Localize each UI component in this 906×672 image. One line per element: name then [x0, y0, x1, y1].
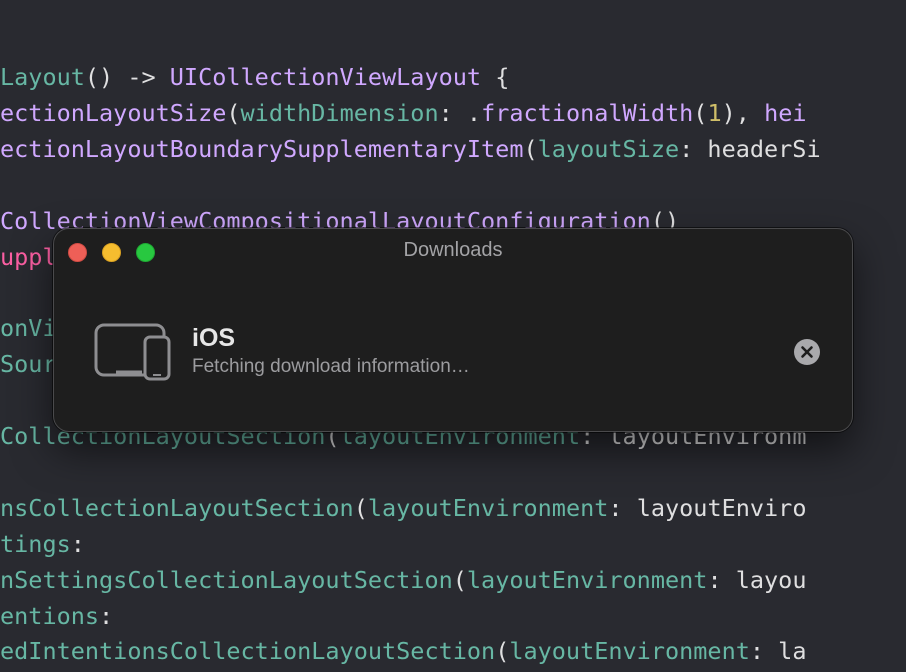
- code-line: entions:: [0, 600, 113, 632]
- code-line: Layout() -> UICollectionViewLayout {: [0, 61, 509, 93]
- code-line: nSettingsCollectionLayoutSection(layoutE…: [0, 564, 806, 596]
- code-token: entions: [0, 601, 100, 630]
- code-line: edIntentionsCollectionLayoutSection(layo…: [0, 635, 806, 667]
- code-token: : headerSi: [679, 134, 821, 163]
- code-token: widthDimension: [240, 98, 439, 127]
- code-token: () ->: [84, 63, 170, 91]
- code-token: (: [495, 637, 510, 666]
- code-token: :: [99, 601, 114, 630]
- code-token: edIntentionsCollectionLayoutSection: [0, 637, 496, 666]
- code-token: {: [481, 63, 510, 91]
- code-line: tings:: [0, 528, 85, 560]
- code-token: layoutEnvironment: [367, 493, 609, 522]
- code-token: nsCollectionLayoutSection: [0, 493, 354, 522]
- code-line: nsCollectionLayoutSection(layoutEnvironm…: [0, 492, 806, 524]
- download-item-status: Fetching download information…: [192, 356, 470, 377]
- code-line: ectionLayoutBoundarySupplementaryItem(la…: [0, 133, 821, 165]
- code-token: : la: [749, 637, 807, 666]
- code-token: layoutSize: [537, 134, 680, 163]
- code-token: (: [226, 98, 241, 127]
- code-token: tings: [0, 529, 71, 558]
- devices-icon: [94, 323, 174, 381]
- code-token: : .: [438, 98, 482, 127]
- code-token: (: [693, 98, 708, 127]
- window-title: Downloads: [403, 239, 503, 261]
- code-token: hei: [764, 98, 807, 127]
- code-token: ectionLayoutBoundarySupplementaryItem: [0, 134, 524, 163]
- downloads-window: Downloads iOS Fetching download informat…: [53, 228, 853, 432]
- code-token: (: [353, 493, 368, 522]
- code-token: (: [452, 565, 467, 594]
- code-token: : layou: [707, 565, 807, 594]
- code-token: ),: [721, 98, 765, 127]
- title-bar[interactable]: Downloads: [54, 229, 852, 275]
- code-token: layoutEnvironment: [509, 637, 750, 666]
- code-token: 1: [707, 98, 722, 127]
- code-token: layoutEnvironment: [466, 565, 708, 594]
- code-token: : layoutEnviro: [608, 493, 807, 522]
- code-token: (: [523, 134, 538, 163]
- cancel-icon: [801, 346, 813, 358]
- code-token: UICollectionViewLayout: [169, 63, 482, 91]
- code-token: nSettingsCollectionLayoutSection: [0, 565, 453, 594]
- code-line: ectionLayoutSize(widthDimension: .fracti…: [0, 97, 807, 129]
- code-token: ectionLayoutSize: [0, 98, 227, 127]
- code-token: Layout: [0, 63, 85, 91]
- code-token: fractionalWidth: [481, 98, 694, 127]
- download-item-name: iOS: [192, 324, 236, 352]
- cancel-download-button[interactable]: [794, 339, 820, 365]
- code-token: :: [70, 529, 85, 558]
